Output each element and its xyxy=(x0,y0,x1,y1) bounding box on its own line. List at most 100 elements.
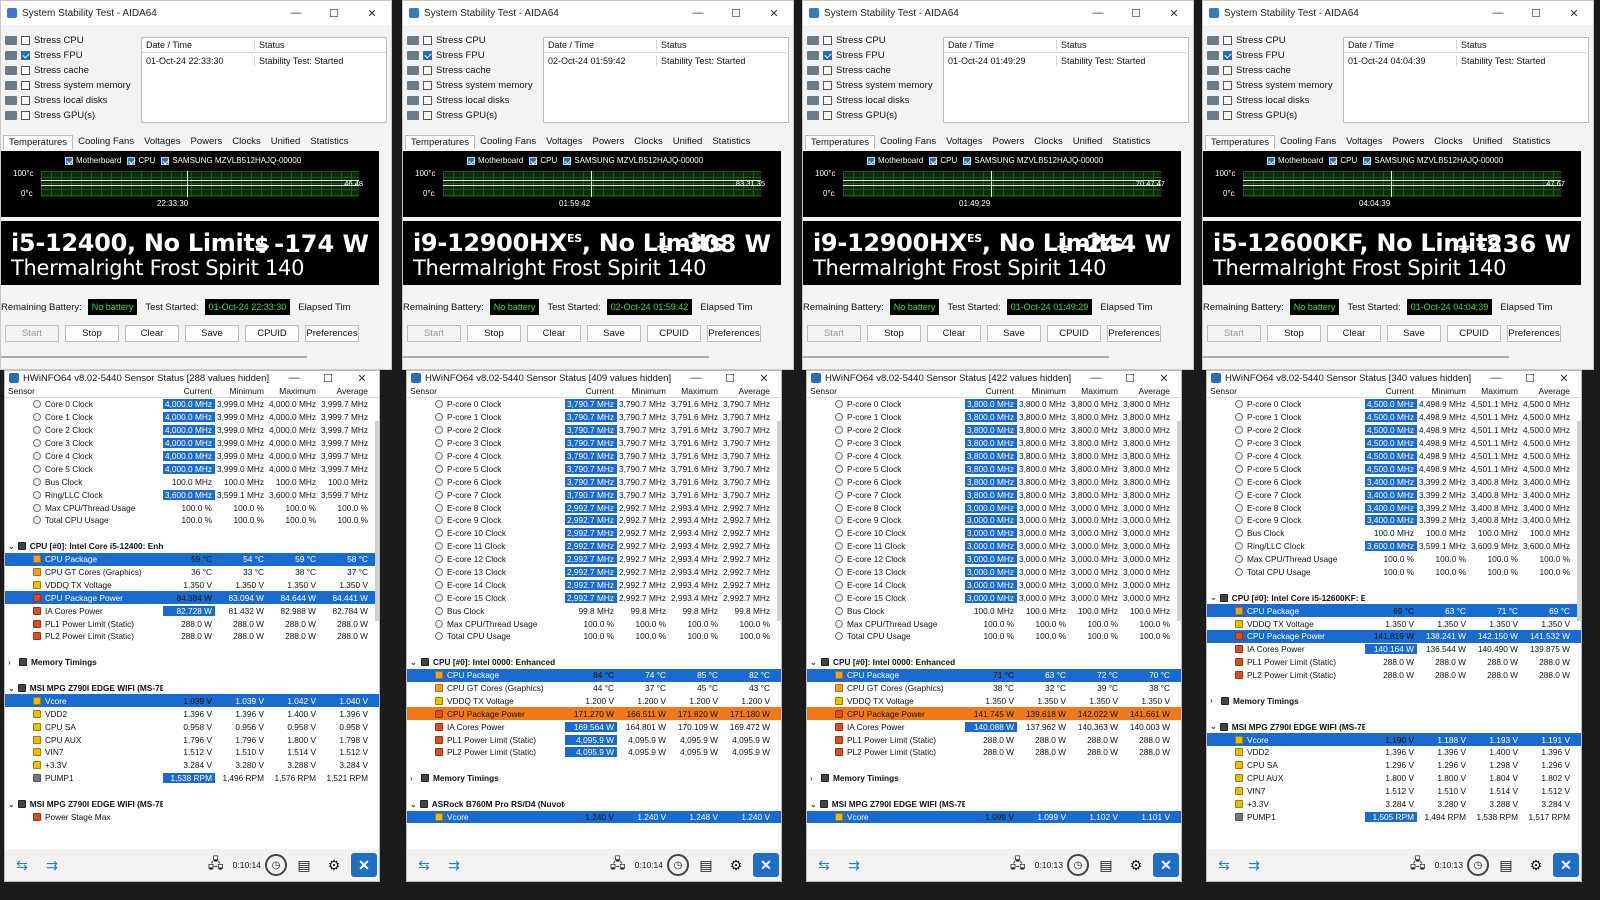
sensor-row[interactable]: E-core 11 Clock 2,992.7 MHz 2,992.7 MHz 2,9… xyxy=(407,540,781,553)
expand-chevron-icon[interactable]: ⌄ xyxy=(810,800,817,809)
legend-checkbox[interactable] xyxy=(867,156,875,165)
sensor-group[interactable]: › Memory Timings xyxy=(407,772,781,785)
sensor-row[interactable]: Total CPU Usage 100.0 % 100.0 % 100.0 % 100.… xyxy=(5,514,379,527)
sensor-row[interactable]: Core 0 Clock 4,000.0 MHz 3,999.0 MHz 4,000.… xyxy=(5,398,379,411)
sensor-row[interactable]: Max CPU/Thread Usage 100.0 % 100.0 % 100.0 … xyxy=(407,617,781,630)
sensor-row[interactable]: Max CPU/Thread Usage 100.0 % 100.0 % 100.0 … xyxy=(5,501,379,514)
legend-checkbox[interactable] xyxy=(161,156,170,165)
sensor-row[interactable]: CPU GT Cores (Graphics) 44 °C 37 °C 45 °C 43… xyxy=(407,682,781,695)
sensor-row[interactable]: Bus Clock 99.8 MHz 99.8 MHz 99.8 MHz 99.8 MH… xyxy=(407,604,781,617)
sensor-row[interactable]: Vcore 1.039 V 1.039 V 1.042 V 1.040 V xyxy=(5,694,379,708)
stop-button[interactable]: Stop xyxy=(467,325,521,342)
vertical-scrollbar[interactable] xyxy=(1177,421,1181,621)
status-log-row[interactable]: 02-Oct-24 01:59:42 Stability Test: Starte… xyxy=(544,53,788,68)
stress-checkbox[interactable] xyxy=(823,51,832,60)
back-arrow-icon[interactable]: ⇆ xyxy=(811,853,837,877)
sensor-row[interactable]: IA Cores Power 140.164 W 136.544 W 140.490 … xyxy=(1207,643,1581,656)
status-log-row[interactable]: 01-Oct-24 22:33:30 Stability Test: Starte… xyxy=(142,53,386,68)
column-header-current[interactable]: Current xyxy=(1365,386,1417,396)
minimize-window-button[interactable]: — xyxy=(277,372,311,384)
maximize-window-button[interactable]: ☐ xyxy=(315,7,353,20)
stress-checkbox[interactable] xyxy=(1223,36,1232,45)
settings-icon[interactable]: ⚙ xyxy=(1123,853,1149,877)
sensor-row[interactable]: E-core 12 Clock 2,992.7 MHz 2,992.7 MHz 2,9… xyxy=(407,553,781,566)
clear-button[interactable]: Clear xyxy=(527,325,581,342)
column-header-average[interactable]: Average xyxy=(1521,386,1573,396)
sensor-row[interactable]: P-core 3 Clock 4,500.0 MHz 4,498.9 MHz 4,50… xyxy=(1207,437,1581,450)
sensor-row[interactable]: PL1 Power Limit (Static) 4,095.9 W 4,095.9… xyxy=(407,733,781,746)
stress-option[interactable]: Stress system memory xyxy=(5,78,141,93)
save-button[interactable]: Save xyxy=(185,325,239,342)
sensor-row[interactable]: P-core 7 Clock 3,790.7 MHz 3,790.7 MHz 3,79… xyxy=(407,488,781,501)
tab-powers[interactable]: Powers xyxy=(588,135,630,149)
sensor-row[interactable]: Core 5 Clock 4,000.0 MHz 3,999.0 MHz 4,000.… xyxy=(5,462,379,475)
sensor-row[interactable]: P-core 6 Clock 3,790.7 MHz 3,790.7 MHz 3,79… xyxy=(407,475,781,488)
legend-item[interactable]: CPU xyxy=(929,156,957,165)
clear-button[interactable]: Clear xyxy=(125,325,179,342)
sensor-row[interactable]: Max CPU/Thread Usage 100.0 % 100.0 % 100.0 … xyxy=(1207,553,1581,566)
sensor-row[interactable]: E-core 15 Clock 2,992.7 MHz 2,992.7 MHz 2,9… xyxy=(407,591,781,604)
stress-checkbox[interactable] xyxy=(823,96,832,105)
stress-option[interactable]: Stress GPU(s) xyxy=(5,108,141,123)
sensor-row[interactable]: IA Cores Power 82.728 W 81.432 W 82.988 W 82… xyxy=(5,604,379,617)
sensor-row[interactable]: Core 1 Clock 4,000.0 MHz 3,999.0 MHz 4,000.… xyxy=(5,411,379,424)
vertical-scrollbar[interactable] xyxy=(777,421,781,621)
cpuid-button[interactable]: CPUID xyxy=(1047,325,1101,342)
minimize-window-button[interactable]: — xyxy=(1079,372,1113,384)
back-arrow-icon[interactable]: ⇆ xyxy=(1211,853,1237,877)
tab-voltages[interactable]: Voltages xyxy=(1341,135,1387,149)
maximize-window-button[interactable]: ☐ xyxy=(713,372,747,385)
sensor-row[interactable]: P-core 2 Clock 4,500.0 MHz 4,498.9 MHz 4,50… xyxy=(1207,424,1581,437)
sensor-row[interactable]: CPU Package Power 84.384 W 83.094 W 84.644 … xyxy=(5,591,379,605)
column-header-current[interactable]: Current xyxy=(965,386,1017,396)
sensor-row[interactable]: P-core 1 Clock 4,500.0 MHz 4,498.9 MHz 4,50… xyxy=(1207,411,1581,424)
stress-option[interactable]: Stress cache xyxy=(407,63,543,78)
expand-chevron-icon[interactable]: ⌄ xyxy=(410,800,417,809)
sensor-row[interactable]: PL1 Power Limit (Static) 288.0 W 288.0 W 28… xyxy=(5,617,379,630)
tab-clocks[interactable]: Clocks xyxy=(629,135,668,149)
sensor-row[interactable]: P-core 2 Clock 3,790.7 MHz 3,790.7 MHz 3,79… xyxy=(407,424,781,437)
sensor-row[interactable]: P-core 4 Clock 3,800.0 MHz 3,800.0 MHz 3,80… xyxy=(807,450,1181,463)
sensor-row[interactable]: Total CPU Usage 100.0 % 100.0 % 100.0 % 100.… xyxy=(1207,566,1581,579)
tab-statistics[interactable]: Statistics xyxy=(1507,135,1555,149)
stress-checkbox[interactable] xyxy=(423,36,432,45)
sensor-row[interactable]: P-core 4 Clock 3,790.7 MHz 3,790.7 MHz 3,79… xyxy=(407,450,781,463)
network-icon[interactable]: 🖧 xyxy=(1405,853,1431,877)
cpuid-button[interactable]: CPUID xyxy=(245,325,299,342)
tab-cooling-fans[interactable]: Cooling Fans xyxy=(875,135,941,149)
expand-chevron-icon[interactable]: ⌄ xyxy=(8,542,15,551)
network-icon[interactable]: 🖧 xyxy=(605,853,631,877)
stress-checkbox[interactable] xyxy=(423,96,432,105)
sensor-row[interactable]: P-core 1 Clock 3,800.0 MHz 3,800.0 MHz 3,80… xyxy=(807,411,1181,424)
close-window-button[interactable]: ✕ xyxy=(1147,372,1181,385)
clear-button[interactable]: Clear xyxy=(927,325,981,342)
sensor-row[interactable]: E-core 10 Clock 3,000.0 MHz 3,000.0 MHz 3,0… xyxy=(807,527,1181,540)
back-arrow-icon[interactable]: ⇆ xyxy=(411,853,437,877)
legend-checkbox[interactable] xyxy=(963,156,972,165)
sensor-group[interactable]: ⌄ MSI MPG Z790I EDGE WIFI (MS-7E03) (Nuvo… xyxy=(1207,720,1581,733)
stress-option[interactable]: Stress CPU xyxy=(407,33,543,48)
report-icon[interactable]: ▤ xyxy=(693,853,719,877)
column-header-sensor[interactable]: Sensor xyxy=(5,386,163,396)
expand-chevron-icon[interactable]: ⌄ xyxy=(8,684,15,693)
column-header-maximum[interactable]: Maximum xyxy=(267,386,319,396)
legend-item[interactable]: SAMSUNG MZVLB512HAJQ-00000 xyxy=(1363,156,1503,165)
tab-cooling-fans[interactable]: Cooling Fans xyxy=(1275,135,1341,149)
column-header-minimum[interactable]: Minimum xyxy=(1017,386,1069,396)
report-icon[interactable]: ▤ xyxy=(1493,853,1519,877)
settings-icon[interactable]: ⚙ xyxy=(723,853,749,877)
tab-cooling-fans[interactable]: Cooling Fans xyxy=(73,135,139,149)
expand-chevron-icon[interactable]: › xyxy=(410,774,418,783)
stop-button[interactable]: Stop xyxy=(1267,325,1321,342)
sensor-row[interactable]: CPU Package 71 °C 63 °C 72 °C 70 °C xyxy=(807,668,1181,682)
settings-icon[interactable]: ⚙ xyxy=(321,853,347,877)
expand-chevron-icon[interactable]: ⌄ xyxy=(810,658,818,667)
stress-option[interactable]: Stress local disks xyxy=(807,93,943,108)
tab-clocks[interactable]: Clocks xyxy=(1029,135,1068,149)
sensor-row[interactable]: VDDQ TX Voltage 1.350 V 1.350 V 1.350 V 1.35… xyxy=(807,694,1181,707)
forward-arrow-icon[interactable]: ⇉ xyxy=(441,853,467,877)
close-icon[interactable]: ✕ xyxy=(351,853,377,877)
sensor-row[interactable]: E-core 9 Clock 3,400.0 MHz 3,399.2 MHz 3,40… xyxy=(1207,514,1581,527)
minimize-window-button[interactable]: — xyxy=(277,7,315,19)
maximize-window-button[interactable]: ☐ xyxy=(717,7,755,20)
